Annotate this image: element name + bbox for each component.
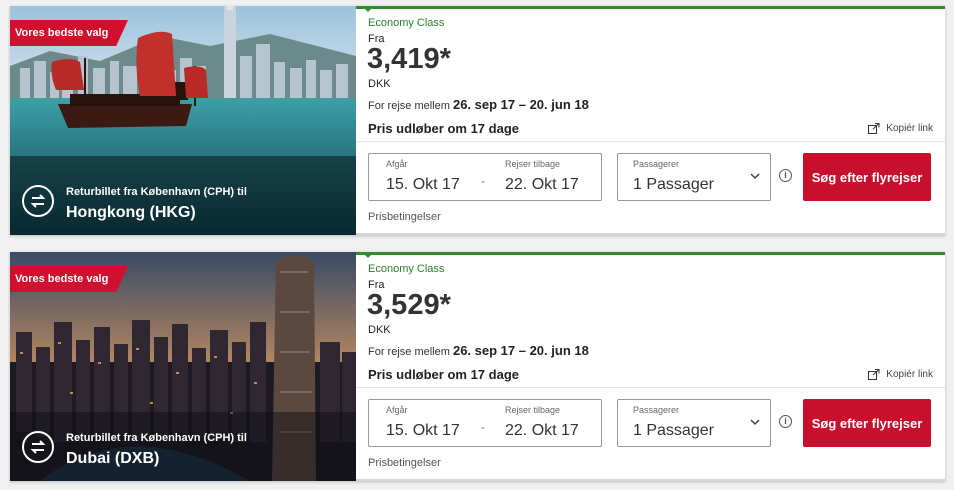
- divider: [356, 387, 945, 388]
- passengers-value: 1 Passager: [633, 422, 714, 439]
- travel-period: For rejse mellem 26. sep 17 – 20. jun 18: [368, 97, 589, 112]
- passengers-label: Passagerer: [633, 405, 680, 415]
- price-conditions-link[interactable]: Prisbetingelser: [368, 457, 441, 469]
- travel-period-label: For rejse mellem: [368, 100, 450, 112]
- best-choice-badge: Vores bedste valg: [10, 20, 128, 46]
- copy-link-label: Kopiér link: [886, 123, 933, 135]
- passengers-select[interactable]: Passagerer 1 Passager: [617, 153, 771, 201]
- travel-period: For rejse mellem 26. sep 17 – 20. jun 18: [368, 343, 589, 358]
- offer-card-dubai: Vores bedste valg Returbillet fra Københ…: [10, 252, 945, 481]
- destination-title: Hongkong (HKG): [66, 204, 196, 221]
- swap-arrows-icon: [22, 185, 54, 217]
- depart-date[interactable]: 15. Okt 17: [386, 422, 460, 440]
- travel-period-dates: 26. sep 17 – 20. jun 18: [452, 343, 589, 358]
- swap-arrows-icon: [22, 431, 54, 463]
- date-separator: -: [481, 420, 485, 434]
- cabin-class: Economy Class: [368, 263, 445, 275]
- class-pointer: [362, 252, 374, 258]
- price: 3,529*: [367, 289, 451, 321]
- return-label: Rejser tilbage: [505, 159, 561, 169]
- chevron-down-icon: [750, 419, 760, 426]
- return-date[interactable]: 22. Okt 17: [505, 422, 579, 440]
- return-date[interactable]: 22. Okt 17: [505, 176, 579, 194]
- destination-photo-dubai[interactable]: Vores bedste valg Returbillet fra Københ…: [10, 252, 356, 481]
- price-expiry: Pris udløber om 17 dage: [368, 121, 519, 136]
- destination-title: Dubai (DXB): [66, 450, 160, 467]
- copy-link-label: Kopiér link: [886, 369, 933, 381]
- price: 3,419*: [367, 43, 451, 75]
- price-expiry: Pris udløber om 17 dage: [368, 367, 519, 382]
- class-pointer: [362, 6, 374, 12]
- offer-details: Economy Class Fra 3,419* DKK For rejse m…: [356, 6, 945, 235]
- divider: [356, 141, 945, 142]
- depart-label: Afgår: [386, 159, 408, 169]
- travel-period-label: For rejse mellem: [368, 346, 450, 358]
- copy-link-button[interactable]: Kopiér link: [868, 369, 933, 380]
- date-separator: -: [481, 174, 485, 188]
- depart-label: Afgår: [386, 405, 408, 415]
- depart-date[interactable]: 15. Okt 17: [386, 176, 460, 194]
- cabin-class: Economy Class: [368, 17, 445, 29]
- info-icon[interactable]: i: [779, 415, 792, 428]
- date-picker[interactable]: Afgår 15. Okt 17 - Rejser tilbage 22. Ok…: [368, 153, 602, 201]
- passengers-value: 1 Passager: [633, 176, 714, 193]
- passengers-select[interactable]: Passagerer 1 Passager: [617, 399, 771, 447]
- copy-link-button[interactable]: Kopiér link: [868, 123, 933, 134]
- currency: DKK: [368, 324, 391, 336]
- offer-details: Economy Class Fra 3,529* DKK For rejse m…: [356, 252, 945, 481]
- best-choice-badge: Vores bedste valg: [10, 266, 128, 292]
- route-label: Returbillet fra København (CPH) til: [66, 186, 247, 198]
- chevron-down-icon: [750, 173, 760, 180]
- passengers-label: Passagerer: [633, 159, 680, 169]
- price-conditions-link[interactable]: Prisbetingelser: [368, 211, 441, 223]
- offer-card-hongkong: Vores bedste valg Returbillet fra Københ…: [10, 6, 945, 235]
- travel-period-dates: 26. sep 17 – 20. jun 18: [452, 97, 589, 112]
- share-link-icon: [868, 369, 880, 380]
- search-flights-button[interactable]: Søg efter flyrejser: [803, 153, 931, 201]
- route-label: Returbillet fra København (CPH) til: [66, 432, 247, 444]
- return-label: Rejser tilbage: [505, 405, 561, 415]
- currency: DKK: [368, 78, 391, 90]
- date-picker[interactable]: Afgår 15. Okt 17 - Rejser tilbage 22. Ok…: [368, 399, 602, 447]
- share-link-icon: [868, 123, 880, 134]
- destination-photo-hongkong[interactable]: Vores bedste valg Returbillet fra Københ…: [10, 6, 356, 235]
- search-flights-button[interactable]: Søg efter flyrejser: [803, 399, 931, 447]
- info-icon[interactable]: i: [779, 169, 792, 182]
